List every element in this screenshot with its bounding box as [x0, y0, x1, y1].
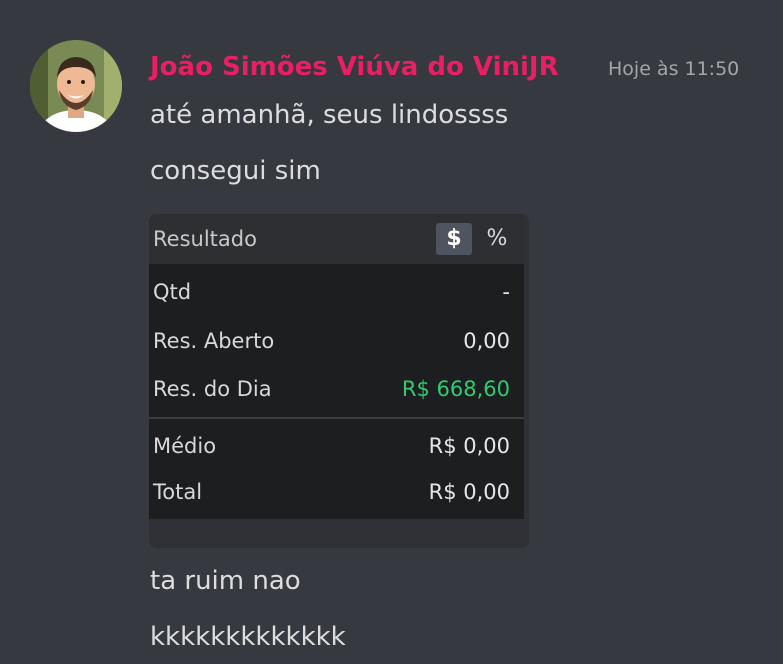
result-row-total: Total R$ 0,00 [149, 472, 524, 512]
avatar-photo [30, 40, 122, 132]
author-avatar[interactable] [30, 40, 122, 132]
row-value: 0,00 [463, 329, 510, 353]
result-panel-title: Resultado [153, 227, 257, 251]
row-label: Total [153, 480, 203, 504]
row-value: R$ 0,00 [428, 434, 510, 458]
result-row-average: Médio R$ 0,00 [149, 426, 524, 466]
row-label: Médio [153, 434, 217, 458]
row-value: - [502, 280, 510, 304]
message-line: consegui sim [150, 156, 321, 186]
row-label: Res. do Dia [153, 377, 272, 401]
screenshot-attachment[interactable]: Resultado $ % Qtd - Res. Aberto 0,00 Res… [149, 214, 529, 548]
result-row-day: Res. do Dia R$ 668,60 [149, 369, 524, 409]
row-label: Qtd [153, 280, 192, 304]
result-panel-header: Resultado $ % [149, 214, 524, 264]
row-divider [149, 417, 524, 419]
row-label: Res. Aberto [153, 329, 275, 353]
message-line: kkkkkkkkkkkkk [150, 622, 346, 652]
message-timestamp: Hoje às 11:50 [608, 58, 740, 80]
row-value-positive: R$ 668,60 [401, 377, 510, 401]
message-line: até amanhã, seus lindossss [150, 100, 509, 130]
author-name[interactable]: João Simões Viúva do ViniJR [150, 49, 559, 85]
percent-toggle-button[interactable]: % [482, 223, 512, 255]
message-line: ta ruim nao [150, 566, 301, 596]
result-row-qtd: Qtd - [149, 272, 524, 312]
row-value: R$ 0,00 [428, 480, 510, 504]
result-panel: Resultado $ % Qtd - Res. Aberto 0,00 Res… [149, 214, 524, 519]
result-row-open: Res. Aberto 0,00 [149, 321, 524, 361]
currency-toggle-button[interactable]: $ [436, 223, 472, 255]
